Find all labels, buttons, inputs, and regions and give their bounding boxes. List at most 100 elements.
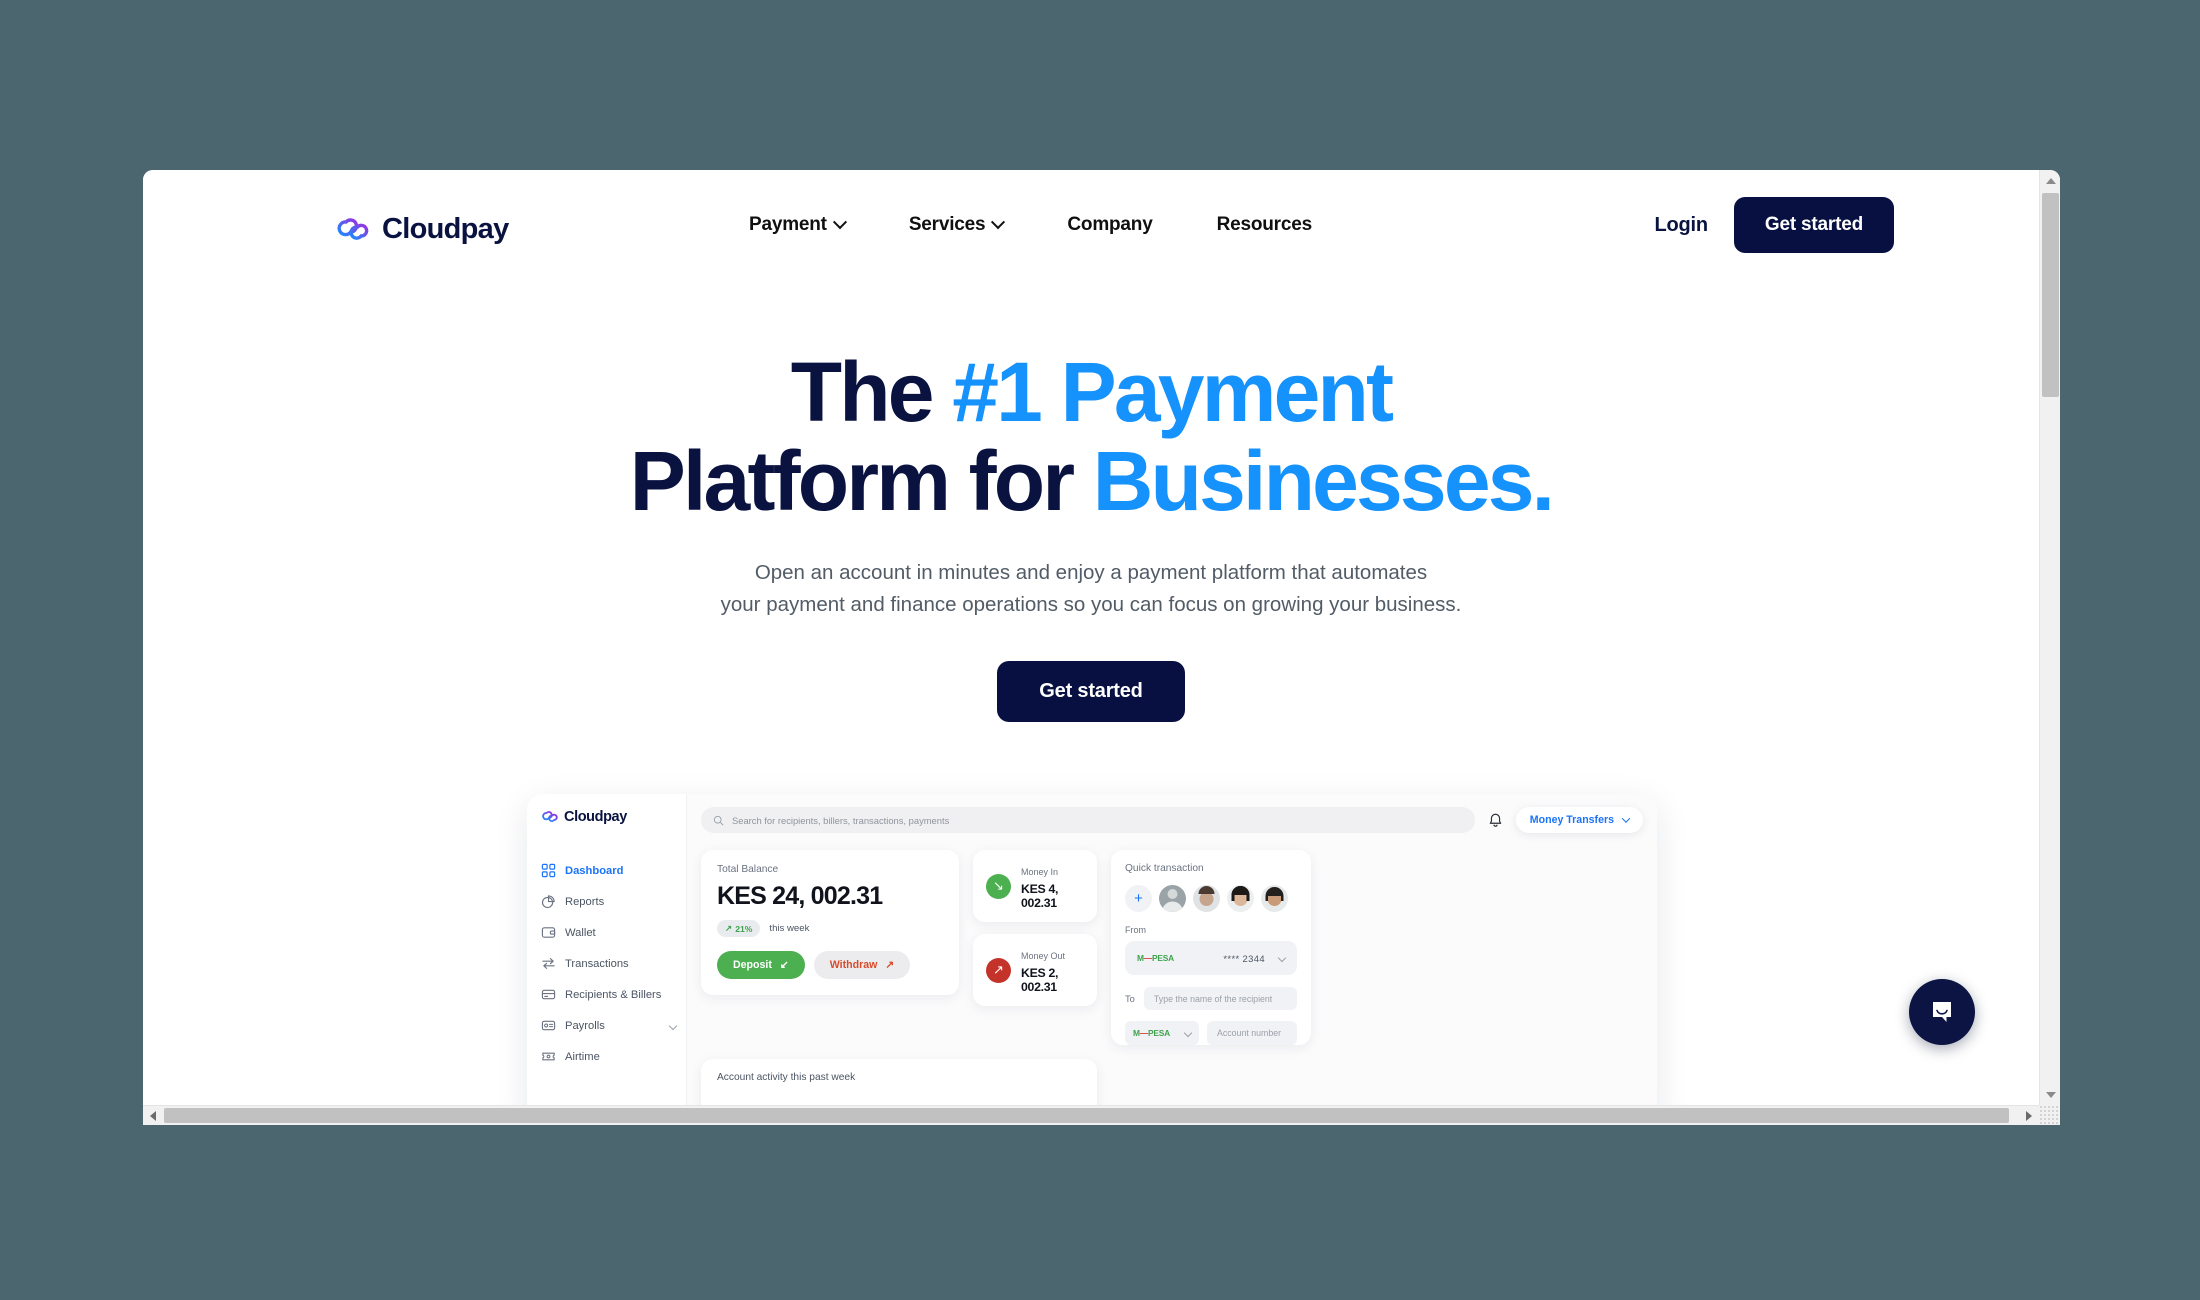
arrow-up-right-icon: ↗ [986, 957, 1011, 983]
deposit-button[interactable]: Deposit ↙ [717, 951, 805, 979]
money-in-card: ↘ Money In KES 4, 002.31 [973, 850, 1097, 922]
get-started-header-button[interactable]: Get started [1733, 197, 1894, 253]
triangle-left-icon [150, 1110, 156, 1121]
total-balance-card: Total Balance KES 24, 002.31 ↗ 21% this … [701, 850, 959, 995]
nav-item-payment[interactable]: Payment [745, 208, 849, 242]
to-label: To [1125, 993, 1135, 1004]
hero-cta-wrapper: Get started [143, 660, 2039, 722]
sidebar-item-dashboard[interactable]: Dashboard [541, 855, 686, 886]
search-input[interactable]: Search for recipients, billers, transact… [701, 807, 1475, 833]
dashboard-topbar: Search for recipients, billers, transact… [701, 807, 1643, 833]
nav-item-label: Services [908, 214, 986, 235]
nav-item-services[interactable]: Services [905, 208, 1008, 242]
total-balance-amount: KES 24, 002.31 [717, 882, 883, 910]
trend-period-label: this week [769, 923, 810, 934]
primary-nav: Payment Services Company Resources [745, 170, 1316, 280]
chat-launcher-button[interactable] [1909, 979, 1975, 1045]
sidebar-item-label: Reports [565, 895, 605, 908]
money-out-amount: KES 2, 002.31 [1021, 966, 1059, 994]
subtitle-line-2: your payment and finance operations so y… [720, 592, 1462, 616]
provider-select[interactable]: M—PESA [1125, 1021, 1199, 1045]
sidebar-item-transactions[interactable]: Transactions [541, 948, 686, 979]
deposit-label: Deposit [733, 959, 772, 971]
balance-trend-row: ↗ 21% this week [717, 920, 943, 937]
avatar[interactable] [1261, 885, 1288, 912]
total-balance-label: Total Balance [717, 864, 779, 875]
dashboard-brand-logo: Cloudpay [541, 809, 686, 825]
vertical-scroll-thumb[interactable] [2042, 193, 2059, 397]
notification-bell-icon[interactable] [1487, 812, 1504, 829]
hero-section: The #1 Payment Platform for Businesses. … [143, 280, 2039, 722]
nav-item-company[interactable]: Company [1063, 208, 1156, 242]
triangle-right-icon [2026, 1110, 2032, 1121]
transfer-arrows-icon [542, 958, 555, 969]
sidebar-item-wallet[interactable]: Wallet [541, 917, 686, 948]
money-flow-cards: ↘ Money In KES 4, 002.31 ↗ Money Out KES… [973, 850, 1097, 1006]
money-in-amount: KES 4, 002.31 [1021, 882, 1059, 910]
sidebar-item-recipients-billers[interactable]: Recipients & Billers [541, 979, 686, 1010]
withdraw-button[interactable]: Withdraw ↗ [813, 951, 911, 979]
triangle-down-icon [2045, 1091, 2056, 1098]
withdraw-label: Withdraw [829, 959, 878, 971]
triangle-up-icon [2045, 177, 2056, 184]
avatar[interactable] [1159, 885, 1186, 912]
cloudpay-logo-icon [337, 217, 369, 240]
dashboard-main: Search for recipients, billers, transact… [687, 794, 1657, 1105]
headline-part: Platform for [629, 434, 1093, 529]
sidebar-item-label: Recipients & Billers [565, 988, 662, 1001]
nav-item-label: Company [1067, 214, 1153, 235]
nav-item-resources[interactable]: Resources [1213, 208, 1316, 242]
quick-transaction-title: Quick transaction [1125, 863, 1204, 874]
from-account-select[interactable]: M—PESA **** 2344 [1125, 941, 1297, 975]
arrow-up-right-icon: ↗ [885, 959, 895, 971]
money-transfers-dropdown[interactable]: Money Transfers [1515, 807, 1643, 833]
add-recipient-button[interactable]: + [1125, 885, 1152, 912]
dashboard-preview: Cloudpay Dashboard Reports Wallet Transa… [527, 794, 1657, 1105]
sidebar-item-reports[interactable]: Reports [541, 886, 686, 917]
recipient-name-input[interactable]: Type the name of the recipient [1143, 987, 1297, 1010]
sidebar-item-label: Airtime [565, 1050, 600, 1063]
sidebar-item-payrolls[interactable]: Payrolls [541, 1010, 686, 1041]
sidebar-item-label: Payrolls [565, 1019, 605, 1032]
account-activity-title: Account activity this past week [717, 1072, 856, 1083]
money-transfers-label: Money Transfers [1529, 814, 1614, 826]
account-row: M—PESA Account number [1125, 1021, 1297, 1045]
brand-name: Cloudpay [382, 213, 509, 245]
scroll-right-button[interactable] [2019, 1106, 2039, 1125]
chevron-down-icon [1183, 1028, 1193, 1038]
sidebar-item-airtime[interactable]: Airtime [541, 1041, 686, 1072]
search-icon [713, 815, 724, 825]
to-row: To Type the name of the recipient [1125, 987, 1297, 1010]
avatar[interactable] [1193, 885, 1220, 912]
trend-value: 21% [735, 923, 753, 934]
web-page: Cloudpay Payment Services Company Resour… [143, 170, 2039, 1105]
sidebar-item-label: Wallet [565, 926, 596, 939]
account-number-input[interactable]: Account number [1207, 1021, 1297, 1045]
wallet-icon [541, 927, 556, 938]
chevron-down-icon [668, 1021, 678, 1030]
scroll-up-button[interactable] [2040, 170, 2060, 191]
account-activity-card: Account activity this past week [701, 1059, 1097, 1105]
cloudpay-logo-icon [542, 811, 558, 822]
from-label: From [1125, 925, 1146, 935]
arrow-down-right-icon: ↘ [986, 873, 1011, 899]
scroll-down-button[interactable] [2040, 1084, 2060, 1105]
vertical-scrollbar[interactable] [2039, 170, 2060, 1105]
brand-logo[interactable]: Cloudpay [335, 213, 509, 246]
scroll-left-button[interactable] [143, 1106, 163, 1125]
pie-chart-icon [541, 895, 555, 909]
horizontal-scrollbar[interactable] [143, 1105, 2060, 1125]
get-started-hero-button[interactable]: Get started [997, 660, 1185, 722]
from-account-masked: **** 2344 [1223, 952, 1265, 964]
horizontal-scroll-thumb[interactable] [164, 1108, 2009, 1123]
avatar[interactable] [1227, 885, 1254, 912]
login-link[interactable]: Login [1654, 214, 1708, 237]
dashboard-sidebar: Cloudpay Dashboard Reports Wallet Transa… [527, 794, 687, 1105]
grid-icon [541, 863, 556, 878]
nav-item-label: Payment [749, 214, 827, 235]
sidebar-item-label: Transactions [565, 957, 629, 970]
recipient-avatars: + [1125, 885, 1297, 912]
scrollbar-corner [2039, 1105, 2060, 1125]
browser-viewport: Cloudpay Payment Services Company Resour… [143, 170, 2060, 1125]
card-icon [541, 989, 556, 1000]
